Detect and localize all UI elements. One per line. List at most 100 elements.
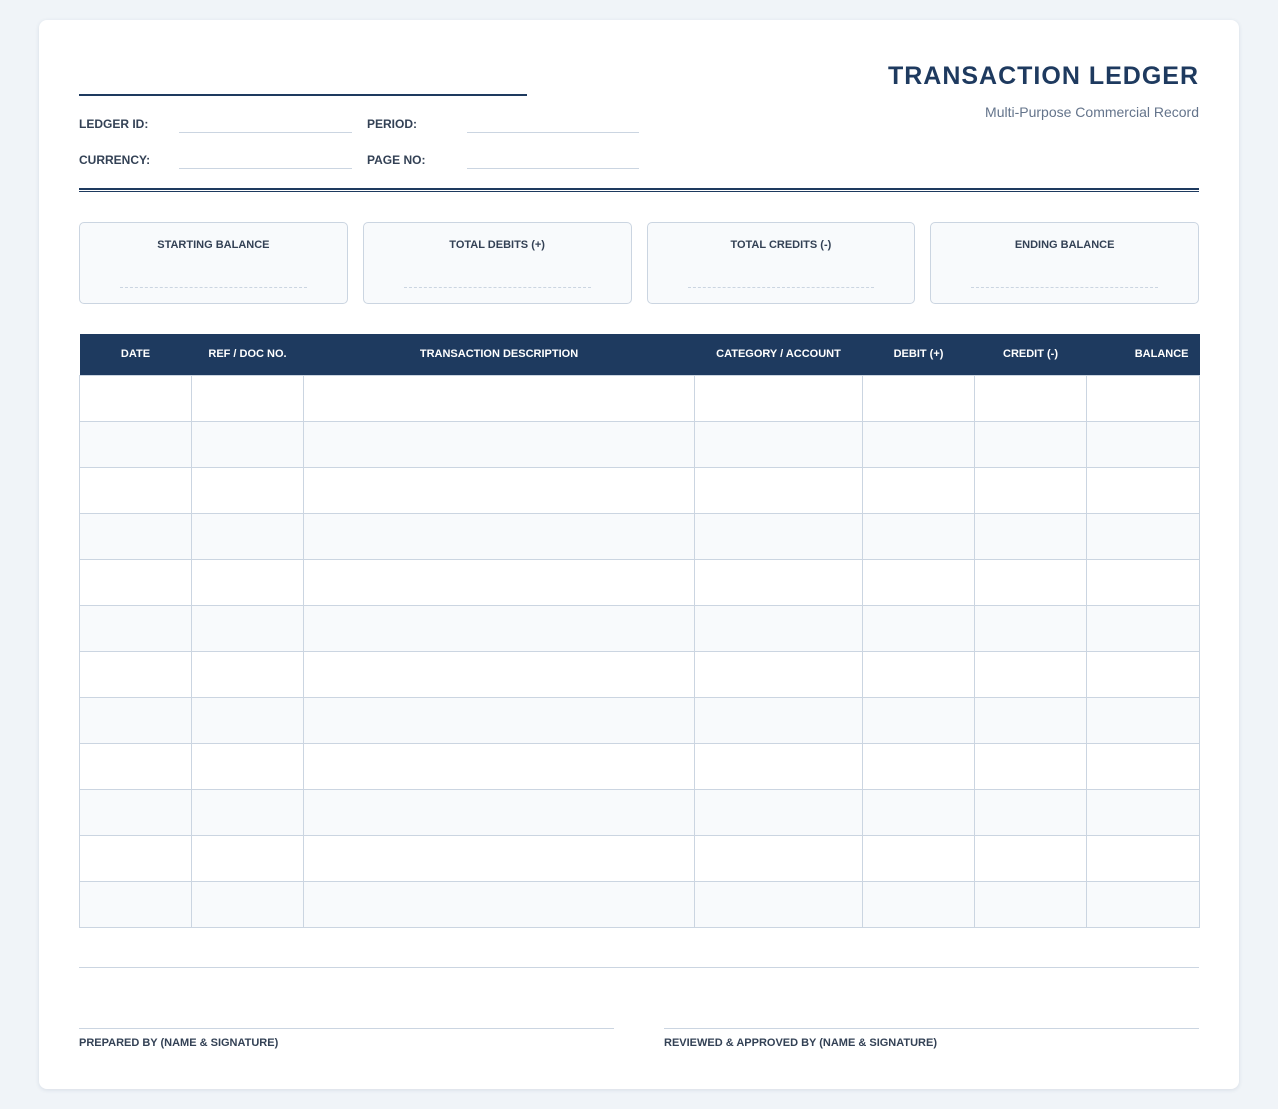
category-cell[interactable]	[694, 834, 863, 882]
debit-cell[interactable]	[862, 512, 975, 560]
ref-cell[interactable]	[191, 880, 304, 928]
debit-cell[interactable]	[862, 880, 975, 928]
description-cell[interactable]	[303, 604, 695, 652]
starting-balance-field[interactable]	[120, 287, 307, 288]
ending-balance-field[interactable]	[971, 287, 1158, 288]
credit-cell[interactable]	[974, 742, 1087, 790]
date-cell[interactable]	[79, 834, 192, 882]
ref-cell[interactable]	[191, 604, 304, 652]
debit-cell[interactable]	[862, 742, 975, 790]
credit-cell[interactable]	[974, 420, 1087, 468]
reviewed-by-signature-line[interactable]	[664, 1028, 1199, 1029]
balance-cell[interactable]	[1086, 880, 1200, 928]
category-cell[interactable]	[694, 420, 863, 468]
category-cell[interactable]	[694, 650, 863, 698]
total-credits-field[interactable]	[687, 287, 875, 288]
prepared-by-signature-line[interactable]	[79, 1028, 614, 1029]
ref-cell[interactable]	[191, 466, 304, 514]
ref-cell[interactable]	[191, 696, 304, 744]
total-debits-field[interactable]	[403, 287, 591, 288]
balance-cell[interactable]	[1086, 788, 1200, 836]
description-cell[interactable]	[303, 420, 695, 468]
summary-label: STARTING BALANCE	[157, 239, 270, 251]
date-cell[interactable]	[79, 558, 192, 606]
debit-cell[interactable]	[862, 374, 975, 422]
balance-cell[interactable]	[1086, 742, 1200, 790]
category-cell[interactable]	[694, 466, 863, 514]
credit-cell[interactable]	[974, 558, 1087, 606]
debit-cell[interactable]	[862, 420, 975, 468]
table-header-row: DATE REF / DOC NO. TRANSACTION DESCRIPTI…	[79, 334, 1200, 375]
balance-cell[interactable]	[1086, 696, 1200, 744]
description-cell[interactable]	[303, 512, 695, 560]
reviewed-by-label: REVIEWED & APPROVED BY (NAME & SIGNATURE…	[664, 1037, 937, 1049]
description-cell[interactable]	[303, 696, 695, 744]
credit-cell[interactable]	[974, 650, 1087, 698]
ref-cell[interactable]	[191, 420, 304, 468]
description-cell[interactable]	[303, 558, 695, 606]
date-cell[interactable]	[79, 420, 192, 468]
credit-cell[interactable]	[974, 788, 1087, 836]
company-name-line[interactable]	[79, 94, 527, 96]
category-cell[interactable]	[694, 696, 863, 744]
ref-cell[interactable]	[191, 742, 304, 790]
ledger-id-field[interactable]	[179, 132, 352, 133]
page-no-field[interactable]	[467, 168, 639, 169]
description-cell[interactable]	[303, 834, 695, 882]
date-cell[interactable]	[79, 466, 192, 514]
balance-cell[interactable]	[1086, 466, 1200, 514]
category-cell[interactable]	[694, 880, 863, 928]
ref-cell[interactable]	[191, 374, 304, 422]
ref-cell[interactable]	[191, 834, 304, 882]
description-cell[interactable]	[303, 374, 695, 422]
debit-cell[interactable]	[862, 466, 975, 514]
balance-cell[interactable]	[1086, 512, 1200, 560]
credit-cell[interactable]	[974, 512, 1087, 560]
debit-cell[interactable]	[862, 604, 975, 652]
description-cell[interactable]	[303, 466, 695, 514]
credit-cell[interactable]	[974, 466, 1087, 514]
date-cell[interactable]	[79, 604, 192, 652]
category-cell[interactable]	[694, 742, 863, 790]
date-cell[interactable]	[79, 512, 192, 560]
category-cell[interactable]	[694, 604, 863, 652]
category-cell[interactable]	[694, 558, 863, 606]
currency-field[interactable]	[179, 168, 352, 169]
credit-cell[interactable]	[974, 374, 1087, 422]
balance-cell[interactable]	[1086, 420, 1200, 468]
period-field[interactable]	[467, 132, 639, 133]
balance-cell[interactable]	[1086, 834, 1200, 882]
date-cell[interactable]	[79, 374, 192, 422]
description-cell[interactable]	[303, 650, 695, 698]
debit-cell[interactable]	[862, 788, 975, 836]
debit-cell[interactable]	[862, 558, 975, 606]
description-cell[interactable]	[303, 788, 695, 836]
date-cell[interactable]	[79, 742, 192, 790]
date-cell[interactable]	[79, 788, 192, 836]
balance-cell[interactable]	[1086, 650, 1200, 698]
credit-cell[interactable]	[974, 880, 1087, 928]
date-cell[interactable]	[79, 880, 192, 928]
ref-cell[interactable]	[191, 558, 304, 606]
description-cell[interactable]	[303, 880, 695, 928]
category-cell[interactable]	[694, 512, 863, 560]
credit-cell[interactable]	[974, 696, 1087, 744]
credit-cell[interactable]	[974, 834, 1087, 882]
balance-cell[interactable]	[1086, 558, 1200, 606]
ref-cell[interactable]	[191, 512, 304, 560]
category-cell[interactable]	[694, 374, 863, 422]
description-cell[interactable]	[303, 742, 695, 790]
balance-cell[interactable]	[1086, 604, 1200, 652]
date-cell[interactable]	[79, 696, 192, 744]
ref-cell[interactable]	[191, 650, 304, 698]
category-cell[interactable]	[694, 788, 863, 836]
debit-cell[interactable]	[862, 650, 975, 698]
balance-cell[interactable]	[1086, 374, 1200, 422]
credit-cell[interactable]	[974, 604, 1087, 652]
date-cell[interactable]	[79, 650, 192, 698]
column-header-description: TRANSACTION DESCRIPTION	[303, 334, 695, 375]
ref-cell[interactable]	[191, 788, 304, 836]
debit-cell[interactable]	[862, 696, 975, 744]
debit-cell[interactable]	[862, 834, 975, 882]
column-header-balance: BALANCE	[1086, 334, 1200, 375]
